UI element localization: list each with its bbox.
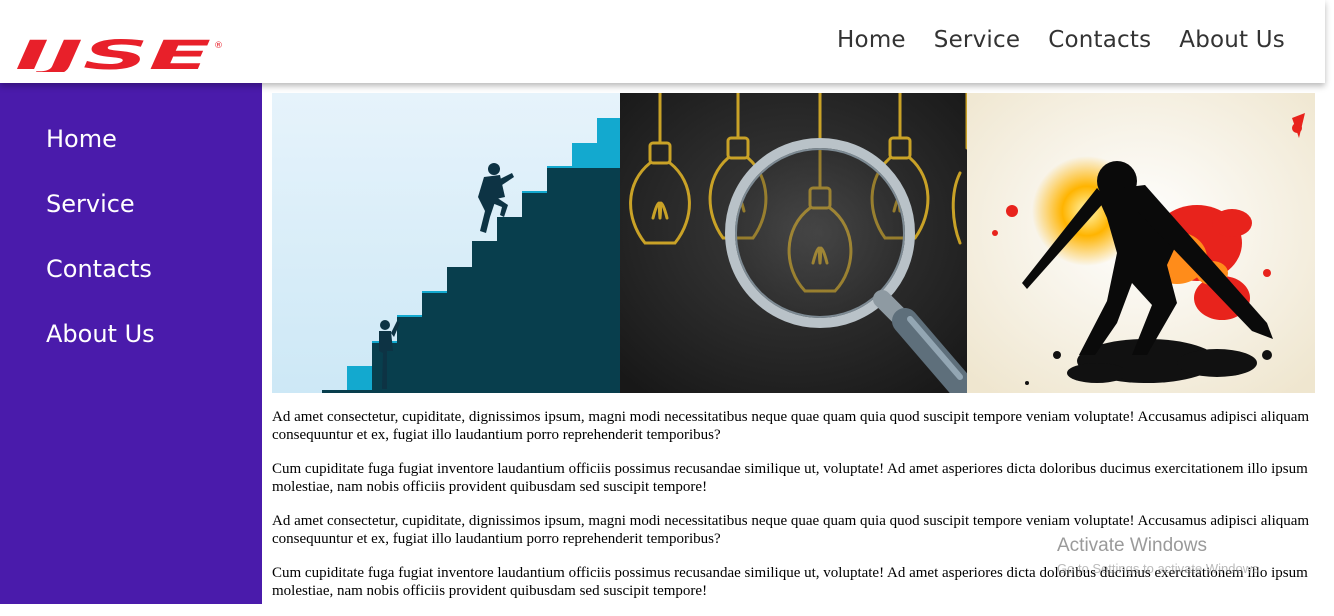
cricket-batsman-splash-illustration (967, 93, 1315, 393)
sidebar-item-about-us: About Us (46, 320, 155, 385)
banner-image-stairs (272, 93, 620, 393)
top-nav-home[interactable]: Home (837, 27, 906, 53)
paragraph: Ad amet consectetur, cupiditate, digniss… (272, 513, 1310, 547)
banner (272, 93, 1315, 393)
registered-mark: ® (214, 41, 223, 51)
sidebar-item-contacts: Contacts (46, 255, 155, 320)
sidebar-link-home[interactable]: Home (46, 125, 117, 153)
sidebar-link-about-us[interactable]: About Us (46, 320, 155, 348)
lightbulbs-magnifier-illustration (620, 93, 967, 393)
paragraph: Cum cupiditate fuga fugiat inventore lau… (272, 565, 1308, 599)
content-text: Ad amet consectetur, cupiditate, digniss… (272, 408, 1315, 600)
banner-image-lightbulbs (620, 93, 967, 393)
sidebar-link-contacts[interactable]: Contacts (46, 255, 152, 283)
sidebar-item-service: Service (46, 190, 155, 255)
sidebar-item-home: Home (46, 125, 155, 190)
site-header: IJSE ® Home Service Contacts About Us (0, 0, 1325, 83)
top-nav-contacts[interactable]: Contacts (1048, 27, 1151, 53)
sidebar-link-service[interactable]: Service (46, 190, 135, 218)
top-nav-about-us[interactable]: About Us (1179, 27, 1285, 53)
top-nav-service[interactable]: Service (934, 27, 1020, 53)
paragraph: Cum cupiditate fuga fugiat inventore lau… (272, 461, 1308, 495)
sidebar-nav: Home Service Contacts About Us (46, 125, 155, 385)
logo-text: IJSE (15, 38, 211, 72)
paragraph: Ad amet consectetur, cupiditate, digniss… (272, 409, 1310, 443)
top-nav: Home Service Contacts About Us (837, 27, 1285, 53)
stairs-climbing-illustration (272, 93, 620, 393)
sidebar: Home Service Contacts About Us (0, 83, 262, 604)
main-content: Ad amet consectetur, cupiditate, digniss… (272, 93, 1315, 616)
ijse-logo[interactable]: IJSE ® (15, 38, 225, 72)
banner-image-cricket (967, 93, 1315, 393)
